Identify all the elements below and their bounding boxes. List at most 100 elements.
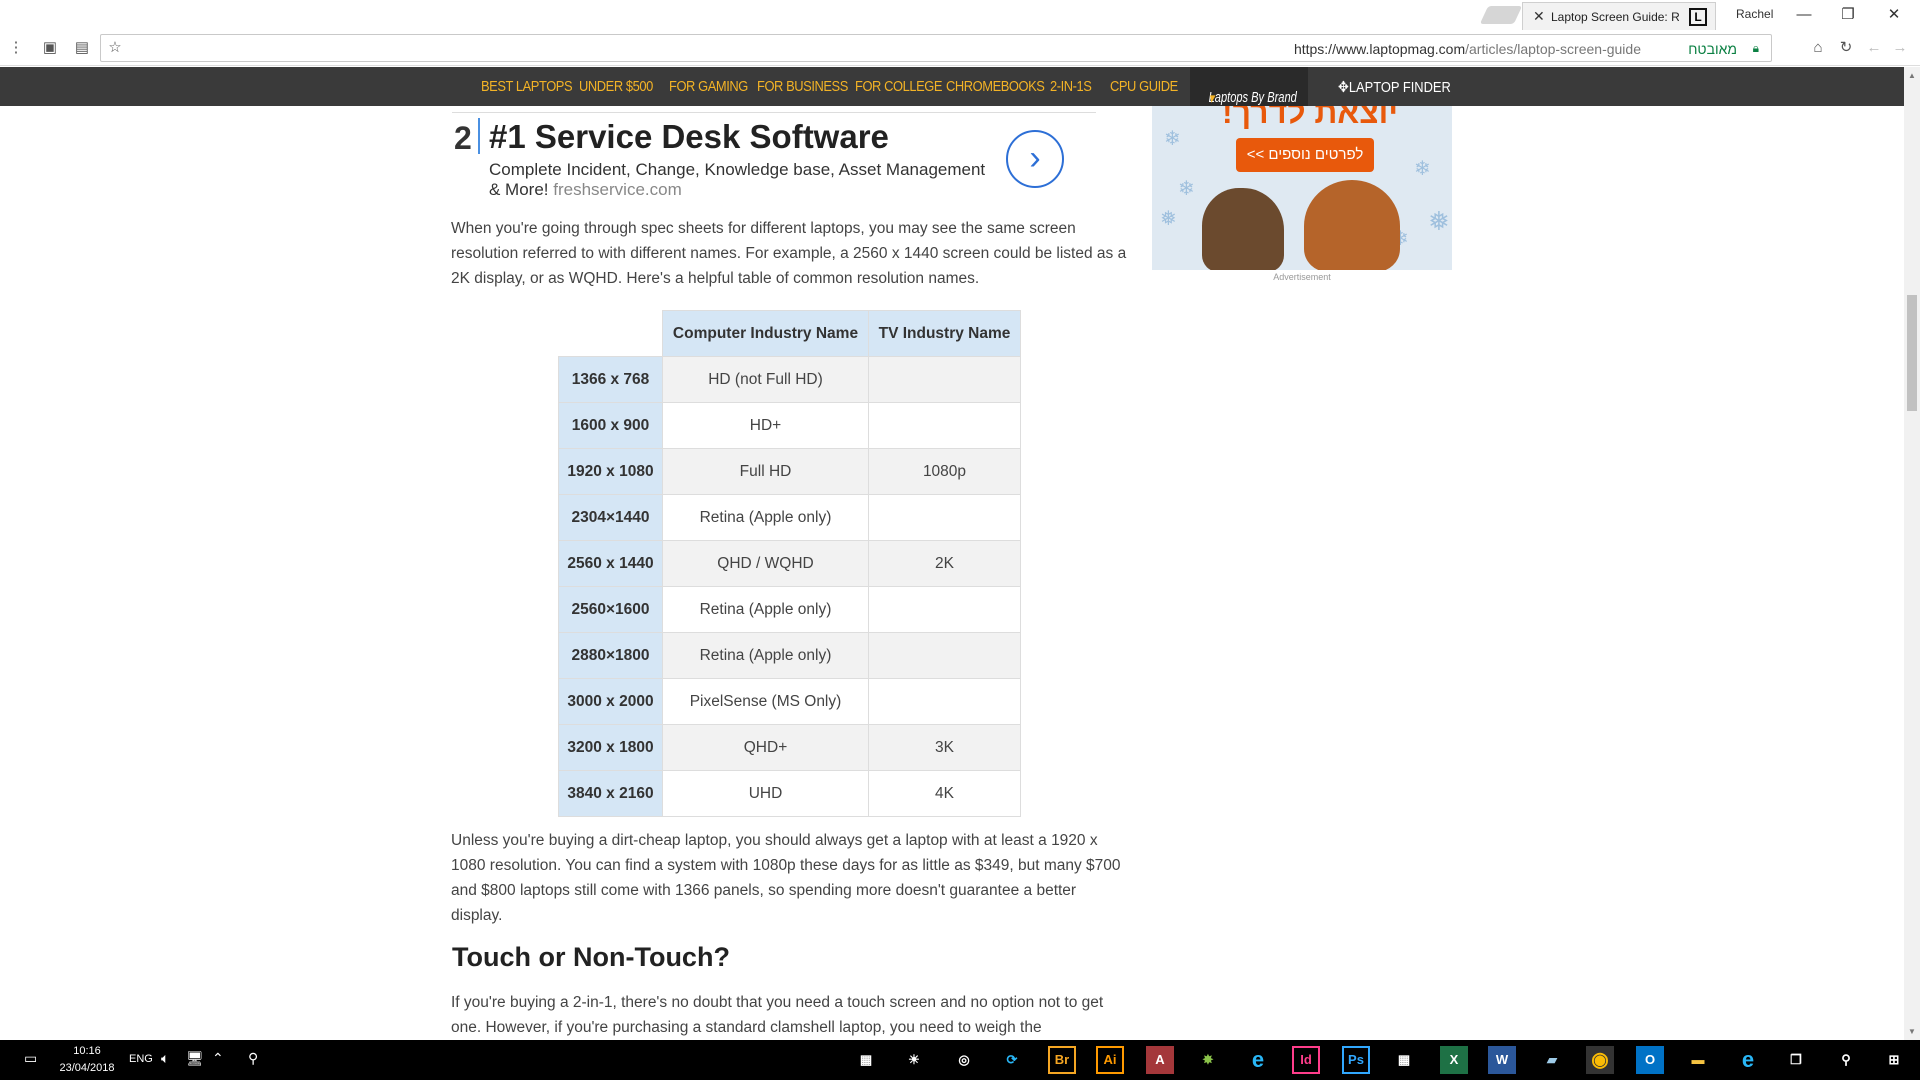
bridge-app-icon[interactable]: Br bbox=[1048, 1046, 1076, 1074]
calculator-app-icon[interactable]: ▦ bbox=[1390, 1046, 1418, 1074]
table-header-tv: TV Industry Name bbox=[868, 310, 1021, 357]
language-indicator[interactable]: ENG bbox=[129, 1053, 153, 1065]
paint-app-icon[interactable]: ✸ bbox=[1194, 1046, 1222, 1074]
ie-app-icon[interactable]: e bbox=[1244, 1046, 1272, 1074]
table-cell-resolution: 2304×1440 bbox=[558, 494, 663, 541]
snowflake-icon: ❄ bbox=[1178, 178, 1195, 200]
snowflake-icon: ❅ bbox=[1428, 206, 1450, 236]
page-scrollbar[interactable]: ▲ ▼ bbox=[1904, 67, 1920, 1040]
ad-number: 2 bbox=[454, 120, 472, 156]
clock[interactable]: 10:16 23/04/2018 bbox=[58, 1043, 116, 1077]
back-icon[interactable]: ← bbox=[1864, 38, 1884, 58]
nav-laptop-finder[interactable]: ✥LAPTOP FINDER bbox=[1338, 78, 1451, 96]
sync-app-icon[interactable]: ⟳ bbox=[998, 1046, 1026, 1074]
table-cell-tv bbox=[868, 402, 1021, 449]
scroll-down-icon[interactable]: ▼ bbox=[1908, 1027, 1916, 1036]
lock-icon[interactable]: 🔒︎ bbox=[1753, 41, 1759, 56]
network-icon[interactable]: 🖥︎ bbox=[186, 1050, 204, 1067]
app-icon[interactable]: ▰ bbox=[1538, 1046, 1566, 1074]
tab-title: Laptop Screen Guide: Re bbox=[1551, 10, 1679, 24]
sidebar-advertisement[interactable]: ❄ ❄ ❅ ❄ ❅ ❄ יוצאת לדרך! לפרטים נוספים >> bbox=[1152, 106, 1452, 270]
brightness-app-icon[interactable]: ☀ bbox=[900, 1046, 928, 1074]
ad-arrow-button[interactable]: › bbox=[1006, 130, 1064, 188]
table-cell-computer: HD+ bbox=[662, 402, 869, 449]
ad-divider bbox=[452, 112, 1096, 113]
clock-time: 10:16 bbox=[73, 1045, 101, 1057]
extension-icon[interactable]: ▣ bbox=[40, 38, 60, 58]
show-hidden-icons-icon[interactable]: ⌃ bbox=[212, 1050, 224, 1067]
browser-tab[interactable]: ✕ Laptop Screen Guide: Re L bbox=[1522, 2, 1716, 30]
ad-description[interactable]: Complete Incident, Change, Knowledge bas… bbox=[489, 160, 999, 200]
table-row: 1366 x 768 HD (not Full HD) bbox=[558, 356, 1021, 403]
menu-dots-icon[interactable]: ⋮ bbox=[6, 38, 26, 58]
nav-2-in-1s[interactable]: 2-IN-1S bbox=[1050, 78, 1092, 95]
browser-toolbar: ⋮ ▣ ▤ ☆ https://www.laptopmag.com/articl… bbox=[0, 30, 1920, 66]
table-cell-resolution: 2560×1600 bbox=[558, 586, 663, 633]
word-app-icon[interactable]: W bbox=[1488, 1046, 1516, 1074]
table-row: 1600 x 900 HD+ bbox=[558, 402, 1021, 449]
snowflake-icon: ❅ bbox=[1160, 208, 1177, 230]
table-cell-computer: UHD bbox=[662, 770, 869, 817]
bookmark-star-icon[interactable]: ☆ bbox=[105, 38, 125, 58]
file-explorer-icon[interactable]: ▬ bbox=[1684, 1046, 1712, 1074]
table-cell-resolution: 2880×1800 bbox=[558, 632, 663, 679]
home-icon[interactable]: ⌂ bbox=[1808, 38, 1828, 58]
new-tab-button[interactable] bbox=[1479, 6, 1523, 24]
minimize-icon[interactable]: — bbox=[1784, 4, 1824, 26]
nav-cpu-guide[interactable]: CPU GUIDE bbox=[1110, 78, 1178, 95]
chrome-app-icon[interactable]: ◉ bbox=[1586, 1046, 1614, 1074]
target-app-icon[interactable]: ◎ bbox=[950, 1046, 978, 1074]
table-cell-computer: Retina (Apple only) bbox=[662, 632, 869, 679]
scroll-thumb[interactable] bbox=[1907, 295, 1917, 411]
table-cell-computer: HD (not Full HD) bbox=[662, 356, 869, 403]
ad-headline: יוצאת לדרך! bbox=[1222, 106, 1398, 130]
nav-chromebooks[interactable]: CHROMEBOOKS bbox=[946, 78, 1045, 95]
forward-icon[interactable]: → bbox=[1890, 38, 1910, 58]
nav-for-college[interactable]: FOR COLLEGE bbox=[855, 78, 942, 95]
edge-app-icon[interactable]: e bbox=[1734, 1046, 1762, 1074]
chevron-down-icon: ▾ bbox=[1208, 90, 1215, 107]
snowflake-icon: ❄ bbox=[1164, 128, 1181, 150]
browser-titlebar: ✕ Laptop Screen Guide: Re L Rachel — ❐ ✕ bbox=[0, 0, 1920, 30]
nav-laptops-by-brand[interactable]: Laptops By Brand ▾ bbox=[1190, 67, 1308, 107]
access-app-icon[interactable]: A bbox=[1146, 1046, 1174, 1074]
puppet-dog-image bbox=[1202, 188, 1284, 270]
windows-taskbar: ▭ 10:16 23/04/2018 ENG 🔈︎ 🖥︎ ⌃ ⚲ ▦ ☀ ◎ ⟳… bbox=[0, 1040, 1920, 1080]
table-cell-tv: 1080p bbox=[868, 448, 1021, 495]
table-cell-tv bbox=[868, 678, 1021, 725]
table-cell-computer: QHD / WQHD bbox=[662, 540, 869, 587]
clock-date: 23/04/2018 bbox=[59, 1062, 115, 1074]
reload-icon[interactable]: ↻ bbox=[1836, 38, 1856, 58]
close-window-icon[interactable]: ✕ bbox=[1874, 4, 1914, 26]
indesign-app-icon[interactable]: Id bbox=[1292, 1046, 1320, 1074]
scroll-up-icon[interactable]: ▲ bbox=[1908, 71, 1916, 80]
table-cell-computer: Full HD bbox=[662, 448, 869, 495]
profile-name[interactable]: Rachel bbox=[1736, 7, 1773, 21]
windows-start-icon[interactable]: ⊞ bbox=[1880, 1046, 1908, 1074]
ad-title[interactable]: #1 Service Desk Software bbox=[489, 118, 889, 156]
table-cell-tv bbox=[868, 356, 1021, 403]
address-bar[interactable]: ☆ https://www.laptopmag.com/articles/lap… bbox=[100, 34, 1772, 62]
search-icon[interactable]: ⚲ bbox=[1832, 1046, 1860, 1074]
pdf-extension-icon[interactable]: ▤ bbox=[72, 38, 92, 58]
photoshop-app-icon[interactable]: Ps bbox=[1342, 1046, 1370, 1074]
table-row: 2880×1800 Retina (Apple only) bbox=[558, 632, 1021, 679]
task-view-icon[interactable]: ❐ bbox=[1782, 1046, 1810, 1074]
calendar-app-icon[interactable]: ▦ bbox=[852, 1046, 880, 1074]
table-row: 3200 x 1800 QHD+ 3K bbox=[558, 724, 1021, 771]
volume-icon[interactable]: 🔈︎ bbox=[161, 1050, 169, 1067]
nav-under-500[interactable]: UNDER $500 bbox=[579, 78, 653, 95]
snowflake-icon: ❄ bbox=[1414, 158, 1431, 180]
ad-details-button[interactable]: לפרטים נוספים >> bbox=[1236, 138, 1374, 172]
restore-icon[interactable]: ❐ bbox=[1828, 4, 1868, 26]
table-cell-computer: Retina (Apple only) bbox=[662, 586, 869, 633]
nav-for-gaming[interactable]: FOR GAMING bbox=[669, 78, 748, 95]
excel-app-icon[interactable]: X bbox=[1440, 1046, 1468, 1074]
people-icon[interactable]: ⚲ bbox=[248, 1050, 258, 1067]
outlook-app-icon[interactable]: O bbox=[1636, 1046, 1664, 1074]
nav-for-business[interactable]: FOR BUSINESS bbox=[757, 78, 848, 95]
nav-best-laptops[interactable]: BEST LAPTOPS bbox=[481, 78, 573, 95]
close-tab-icon[interactable]: ✕ bbox=[1533, 8, 1545, 25]
notification-icon[interactable]: ▭ bbox=[24, 1050, 37, 1067]
illustrator-app-icon[interactable]: Ai bbox=[1096, 1046, 1124, 1074]
